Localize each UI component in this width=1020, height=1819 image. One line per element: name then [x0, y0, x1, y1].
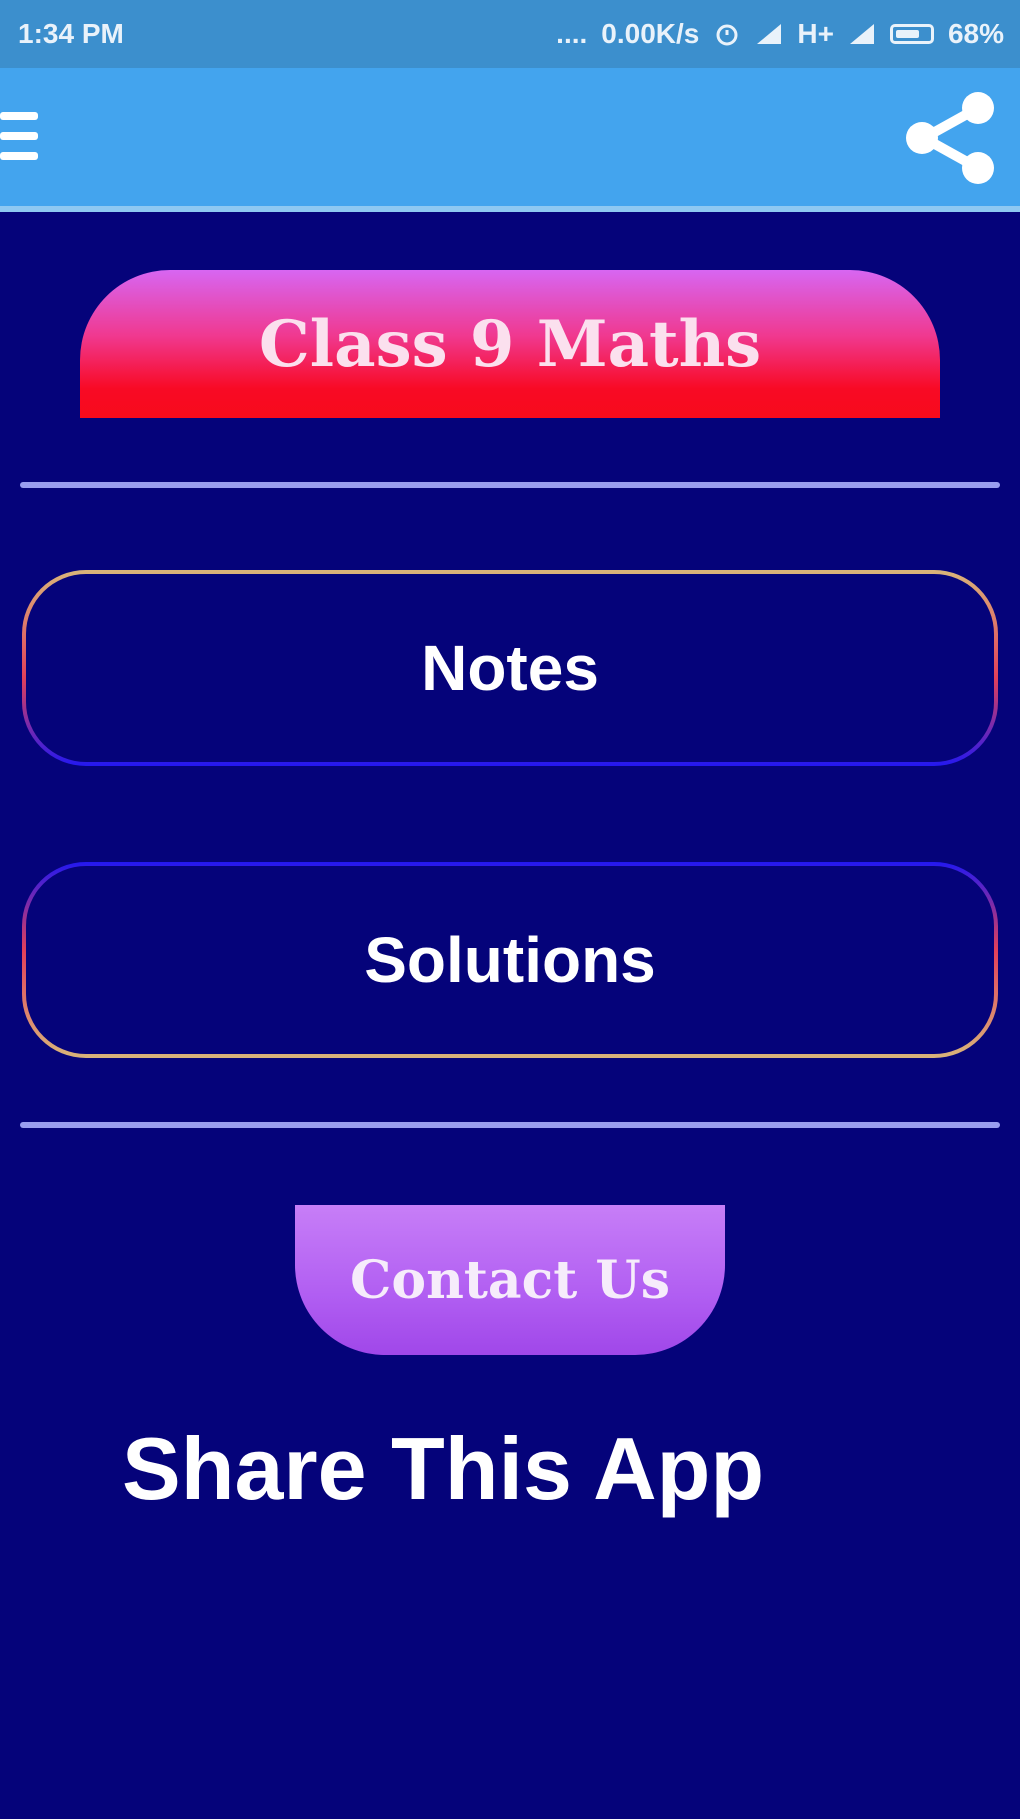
alarm-icon	[716, 24, 738, 46]
status-battery-level: 68%	[947, 18, 1004, 49]
solutions-button-label: Solutions	[364, 924, 656, 996]
notes-button[interactable]: Notes	[22, 570, 998, 766]
contact-us-label: Contact Us	[350, 1249, 670, 1311]
battery-icon	[889, 24, 934, 44]
app-bar	[0, 68, 1020, 212]
contact-us-button[interactable]: Contact Us	[295, 1205, 725, 1355]
signal-icon	[757, 24, 782, 44]
status-time: 1:34 PM	[18, 18, 124, 49]
share-icon[interactable]	[898, 86, 1002, 190]
divider-bottom	[20, 1122, 1000, 1128]
status-network-type: H+	[797, 18, 834, 49]
share-app-link[interactable]: Share This App	[122, 1418, 764, 1520]
solutions-button[interactable]: Solutions	[22, 862, 998, 1058]
status-network-speed: 0.00K/s	[601, 18, 700, 49]
status-indicators: .... 0.00K/s H+ 68%	[556, 18, 1004, 50]
notes-button-label: Notes	[421, 632, 599, 704]
signal-icon-2	[849, 24, 874, 44]
page-title-banner: Class 9 Maths	[80, 270, 940, 418]
divider-top	[20, 482, 1000, 488]
hamburger-menu-icon[interactable]	[0, 112, 40, 164]
page-title: Class 9 Maths	[258, 306, 762, 382]
status-dots: ....	[556, 18, 588, 49]
status-bar: 1:34 PM .... 0.00K/s H+ 68%	[0, 0, 1020, 68]
